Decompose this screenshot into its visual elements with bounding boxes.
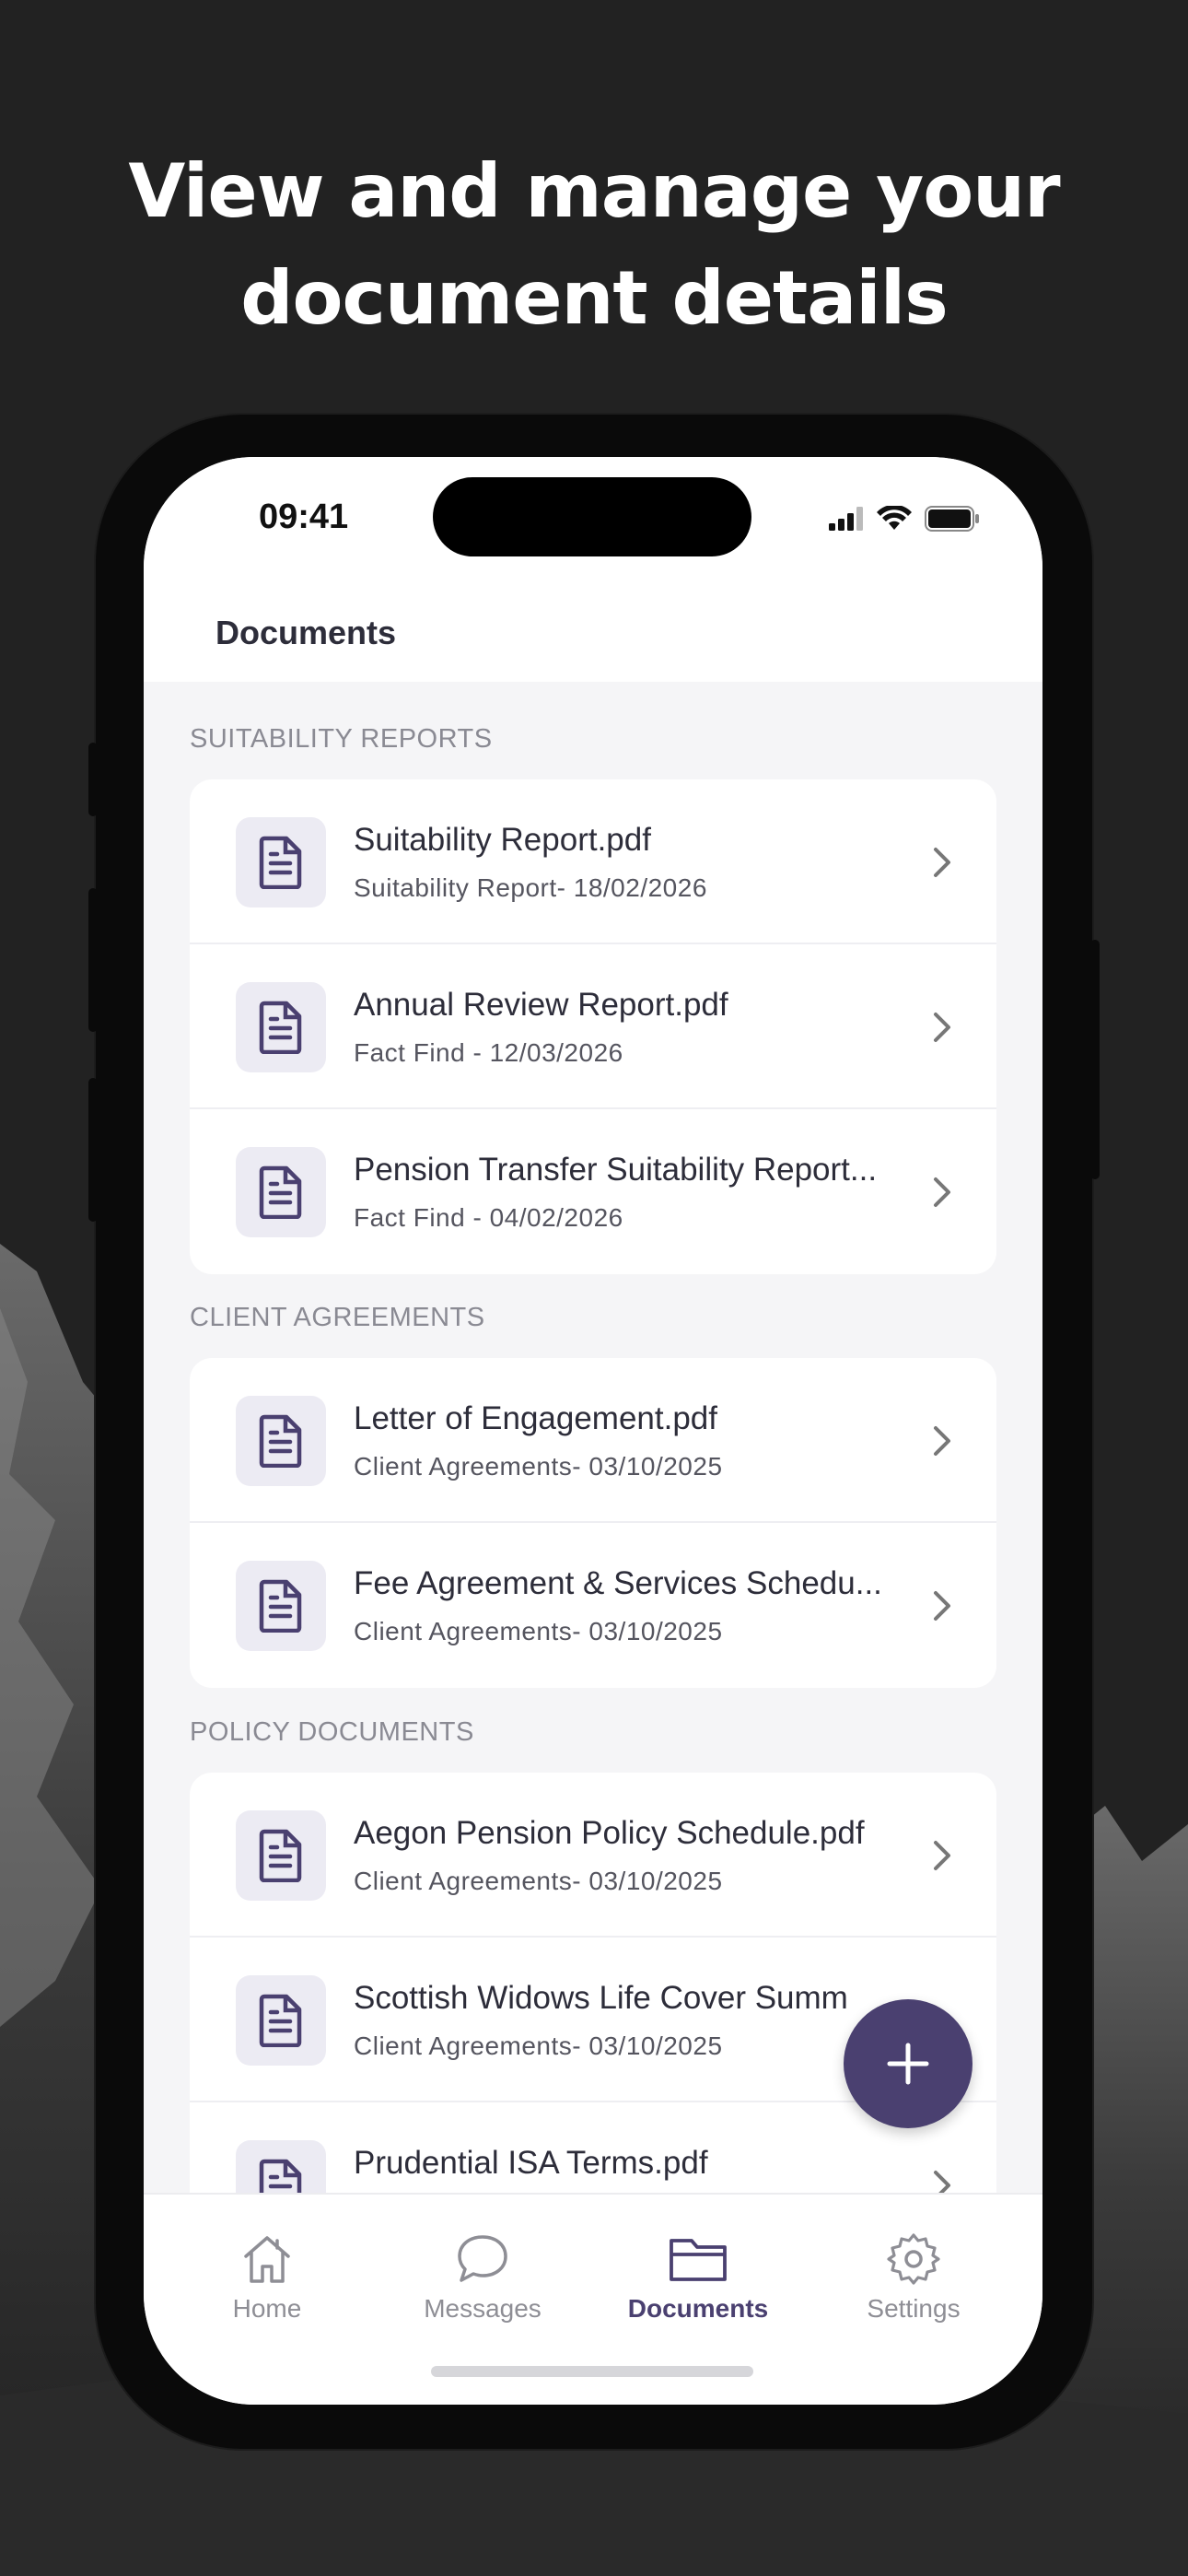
document-subtitle: Client Agreements- 03/10/2025 xyxy=(354,2032,723,2060)
app-header: Documents xyxy=(144,595,1042,682)
plus-icon xyxy=(887,2043,929,2085)
volume-up-button xyxy=(88,888,98,1032)
section-title-client-agreements: CLIENT AGREEMENTS xyxy=(190,1303,485,1332)
document-icon xyxy=(236,1396,326,1486)
chevron-right-icon xyxy=(934,1426,950,1456)
chevron-right-icon xyxy=(934,1177,950,1207)
document-subtitle: Client Agreements- 03/10/2025 xyxy=(354,1452,723,1481)
gear-icon xyxy=(887,2233,940,2285)
battery-icon xyxy=(925,506,979,532)
document-subtitle: Fact Find - 12/03/2026 xyxy=(354,1038,623,1067)
document-icon xyxy=(236,982,326,1072)
document-title: Annual Review Report.pdf xyxy=(354,987,728,1023)
signal-icon xyxy=(829,507,863,531)
document-row[interactable]: Fee Agreement & Services Schedu... Clien… xyxy=(190,1523,996,1688)
chevron-right-icon xyxy=(934,848,950,877)
tab-messages[interactable]: Messages xyxy=(390,2231,575,2324)
status-icons xyxy=(829,505,980,533)
page-title: Documents xyxy=(215,614,397,651)
document-row[interactable]: Annual Review Report.pdf Fact Find - 12/… xyxy=(190,944,996,1109)
document-title: Scottish Widows Life Cover Summ xyxy=(354,1980,848,2016)
document-icon xyxy=(236,1975,326,2066)
document-subtitle: Client Agreements- 03/10/2025 xyxy=(354,1617,723,1645)
tab-label: Messages xyxy=(424,2294,542,2323)
document-subtitle: Fact Find - 04/02/2026 xyxy=(354,1203,623,1232)
document-icon xyxy=(236,2140,326,2193)
volume-down-button xyxy=(88,1078,98,1222)
headline-line-2: document details xyxy=(240,255,948,341)
action-button xyxy=(88,743,98,816)
tab-label: Home xyxy=(232,2294,302,2323)
document-title: Pension Transfer Suitability Report... xyxy=(354,1152,878,1188)
home-indicator[interactable] xyxy=(431,2366,753,2377)
tab-home[interactable]: Home xyxy=(175,2231,359,2324)
section-card-client-agreements: Letter of Engagement.pdf Client Agreemen… xyxy=(190,1358,996,1688)
documents-list[interactable]: SUITABILITY REPORTS Suitability Report.p… xyxy=(144,682,1042,2193)
phone-frame: 09:41 Documents SUITABILITY REPORTS Suit… xyxy=(88,415,1100,2449)
document-title: Suitability Report.pdf xyxy=(354,822,651,858)
document-icon xyxy=(236,817,326,907)
document-row[interactable]: Pension Transfer Suitability Report... F… xyxy=(190,1109,996,1274)
headline-line-1: View and manage your xyxy=(128,148,1060,234)
document-title: Fee Agreement & Services Schedu... xyxy=(354,1565,882,1601)
chevron-right-icon xyxy=(934,2171,950,2193)
add-document-button[interactable] xyxy=(844,1999,973,2128)
tab-label: Settings xyxy=(867,2294,961,2323)
promo-headline: View and manage your document details xyxy=(0,138,1188,352)
status-bar: 09:41 xyxy=(144,457,1042,595)
document-icon xyxy=(236,1810,326,1901)
section-card-suitability-reports: Suitability Report.pdf Suitability Repor… xyxy=(190,779,996,1274)
chevron-right-icon xyxy=(934,1013,950,1042)
document-icon xyxy=(236,1147,326,1237)
document-row[interactable]: Letter of Engagement.pdf Client Agreemen… xyxy=(190,1358,996,1523)
phone-screen: 09:41 Documents SUITABILITY REPORTS Suit… xyxy=(144,457,1042,2405)
chat-bubble-icon xyxy=(458,2235,507,2282)
document-title: Letter of Engagement.pdf xyxy=(354,1400,717,1436)
document-subtitle: Client Agreements- 03/10/2025 xyxy=(354,1867,723,1895)
bottom-tab-bar: Home Messages Documents Settings xyxy=(144,2193,1042,2405)
power-button xyxy=(1090,940,1100,1179)
document-icon xyxy=(236,1561,326,1651)
tab-settings[interactable]: Settings xyxy=(821,2231,1006,2324)
dynamic-island xyxy=(433,477,751,556)
chevron-right-icon xyxy=(934,1591,950,1621)
tab-documents[interactable]: Documents xyxy=(606,2231,790,2324)
wifi-icon xyxy=(877,506,912,530)
document-subtitle: Suitability Report- 18/02/2026 xyxy=(354,873,707,902)
chevron-right-icon xyxy=(934,1841,950,1870)
home-icon xyxy=(244,2236,290,2283)
folder-icon xyxy=(670,2239,727,2281)
section-card-policy-documents: Aegon Pension Policy Schedule.pdf Client… xyxy=(190,1773,996,2193)
document-title: Aegon Pension Policy Schedule.pdf xyxy=(354,1815,865,1851)
tab-label: Documents xyxy=(627,2294,769,2323)
section-title-suitability-reports: SUITABILITY REPORTS xyxy=(190,724,493,754)
section-title-policy-documents: POLICY DOCUMENTS xyxy=(190,1717,474,1747)
status-time: 09:41 xyxy=(259,498,349,536)
document-row[interactable]: Suitability Report.pdf Suitability Repor… xyxy=(190,779,996,944)
document-row[interactable]: Aegon Pension Policy Schedule.pdf Client… xyxy=(190,1773,996,1938)
document-title: Prudential ISA Terms.pdf xyxy=(354,2145,708,2181)
